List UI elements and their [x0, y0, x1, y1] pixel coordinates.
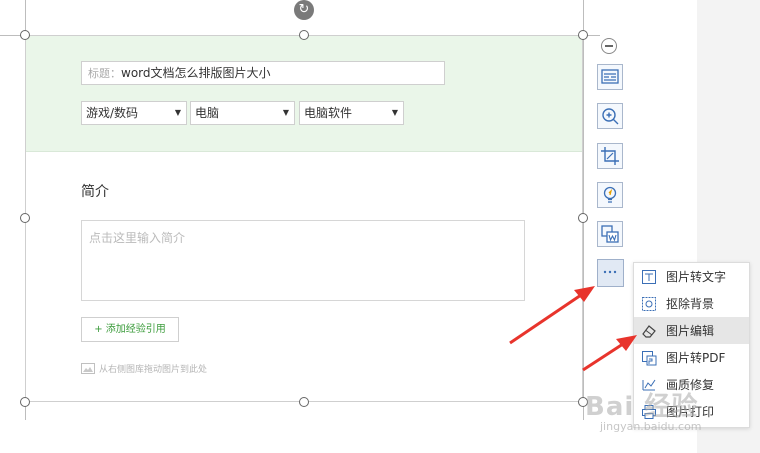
baidu-watermark-url: jingyan.baidu.com: [600, 420, 702, 433]
baidu-watermark: Bai 经验: [585, 392, 699, 422]
red-arrow-icon: [509, 286, 595, 345]
red-arrow-icon: [582, 335, 637, 372]
